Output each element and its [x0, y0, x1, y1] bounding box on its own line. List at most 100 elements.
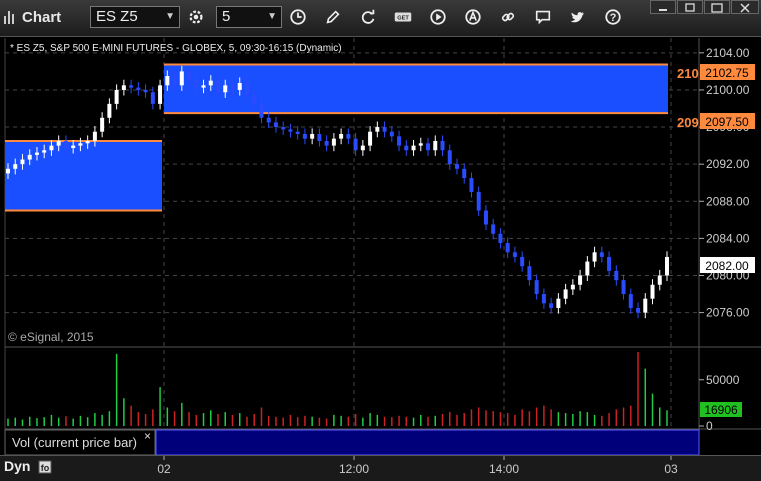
candle-body	[440, 140, 445, 151]
chart-toolbar: Chart ES Z5 ▼ 5 ▼ GET ?	[0, 0, 761, 37]
candle-body	[71, 145, 76, 148]
alert-button[interactable]	[460, 6, 486, 28]
restore-icon	[685, 3, 695, 12]
candle-body	[534, 280, 539, 295]
candle-body	[317, 134, 322, 141]
comment-button[interactable]	[530, 6, 556, 28]
status-time-axis: 02 12:00 14:00 03	[157, 456, 678, 476]
lower-level-clipped: 209	[677, 115, 699, 130]
price-chart[interactable]: 2104.002100.002096.002092.002088.002084.…	[0, 37, 761, 480]
candle-body	[208, 80, 213, 86]
alert-a-icon	[465, 9, 481, 25]
candle-body	[331, 138, 336, 146]
twitter-bird-icon	[570, 12, 585, 23]
speech-bubble-icon	[535, 10, 551, 25]
candle-body	[136, 87, 141, 90]
candle-body	[570, 284, 575, 290]
volume-panel-close-icon[interactable]: ×	[144, 429, 151, 443]
candle-body	[498, 233, 503, 244]
candle-body	[636, 307, 641, 313]
candle-body	[512, 252, 517, 257]
draw-tool-button[interactable]	[320, 6, 346, 28]
candle-body	[288, 129, 293, 132]
candle-body	[592, 252, 597, 262]
candle-body	[491, 224, 496, 234]
link-button[interactable]	[495, 6, 521, 28]
play-icon	[430, 9, 446, 25]
copyright-label: © eSignal, 2015	[8, 330, 94, 344]
candle-body	[100, 117, 105, 132]
candle-body	[295, 131, 300, 135]
price-tick-label: 2088.00	[706, 194, 750, 208]
candle-body	[150, 92, 155, 104]
candle-body	[187, 71, 192, 81]
volume-tick-label: 0	[706, 419, 713, 433]
candle-body	[201, 85, 206, 88]
maximize-button[interactable]	[704, 0, 730, 14]
candle-body	[310, 134, 315, 139]
candle-body	[505, 243, 510, 253]
help-button[interactable]: ?	[600, 6, 626, 28]
candle-body	[578, 275, 583, 285]
candle-body	[628, 294, 633, 308]
svg-text:?: ?	[610, 12, 617, 24]
candle-body	[107, 103, 112, 118]
interval-field[interactable]: 5 ▼	[216, 6, 282, 28]
price-tick-label: 2084.00	[706, 231, 750, 245]
candle-body	[273, 122, 278, 128]
minimize-button[interactable]	[650, 0, 676, 14]
candle-body	[121, 85, 126, 90]
refresh-button[interactable]	[355, 6, 381, 28]
candle-body	[643, 298, 648, 313]
volume-panel-highlight	[155, 429, 700, 456]
status-bar: Dyn fo 02 12:00 14:00 03	[0, 455, 761, 481]
candle-body	[556, 298, 561, 308]
candle-body	[389, 131, 394, 137]
minimize-icon	[659, 9, 667, 11]
candle-body	[462, 168, 467, 179]
symbol-field[interactable]: ES Z5 ▼	[90, 6, 180, 28]
candle-body	[397, 136, 402, 146]
candle-body	[42, 150, 47, 153]
chevron-down-icon[interactable]: ▼	[267, 7, 277, 27]
candle-body	[454, 164, 459, 169]
twitter-button[interactable]	[565, 6, 591, 28]
candle-body	[607, 256, 612, 271]
candle-body	[418, 143, 423, 146]
play-button[interactable]	[425, 6, 451, 28]
candle-body	[172, 76, 177, 86]
chevron-down-icon[interactable]: ▼	[165, 7, 175, 27]
candle-body	[252, 94, 257, 104]
candle-body	[657, 275, 662, 285]
app-title: Chart	[4, 6, 61, 28]
link-icon	[501, 12, 515, 22]
candle-body	[78, 143, 83, 146]
interval-value: 5	[222, 8, 231, 25]
candle-body	[92, 131, 97, 141]
candle-body	[165, 76, 170, 86]
candle-body	[426, 143, 431, 151]
volume-panel-label: Vol (current price bar)	[12, 435, 137, 450]
time-tick-label: 12:00	[339, 462, 369, 476]
price-tick-label: 2100.00	[706, 83, 750, 97]
close-button[interactable]	[731, 0, 759, 14]
restore-button[interactable]	[677, 0, 703, 14]
interval-clock-button[interactable]	[285, 6, 311, 28]
get-icon: GET	[394, 12, 412, 22]
candle-body	[56, 140, 61, 146]
candle-body	[346, 134, 351, 139]
candle-body	[324, 140, 329, 146]
symbol-settings-button[interactable]	[183, 6, 209, 28]
candle-body	[143, 89, 148, 93]
close-icon	[740, 3, 750, 13]
candle-body	[541, 294, 546, 304]
candle-body	[6, 168, 10, 174]
candle-body	[244, 82, 249, 95]
candle-body	[614, 270, 619, 281]
get-button[interactable]: GET	[390, 6, 416, 28]
range-box	[5, 140, 162, 211]
help-icon: ?	[605, 9, 621, 25]
chart-header: * ES Z5, S&P 500 E-MINI FUTURES - GLOBEX…	[10, 43, 342, 54]
candle-body	[259, 103, 264, 118]
candle-body	[469, 178, 474, 192]
